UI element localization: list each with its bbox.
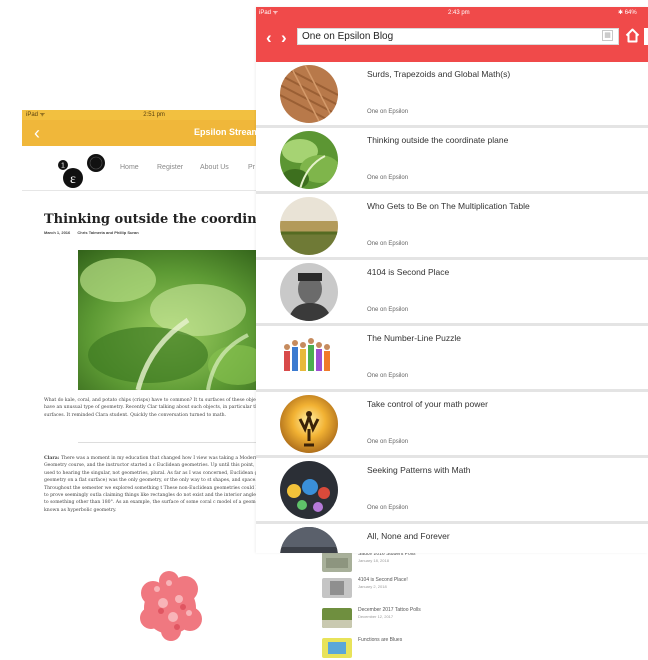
post-thumbnail: [280, 263, 338, 321]
header-bar: ‹ Epsilon Stream: [22, 120, 267, 146]
address-bar[interactable]: One on Epsilon Blog: [297, 28, 619, 45]
post-thumbnail: [280, 461, 338, 519]
post-thumbnail: [322, 638, 352, 658]
home-icon[interactable]: [625, 28, 640, 43]
svg-text:1: 1: [61, 163, 65, 170]
article-body-text: There was a moment in my education that …: [44, 456, 267, 513]
post-source: One on Epsilon: [367, 307, 409, 313]
article-authors: Chris Talmeria and Phillip Suran: [77, 230, 139, 235]
status-battery: ✱ 64%: [618, 10, 637, 16]
coral-photo: [140, 571, 202, 641]
article-body: Clara: There was a moment in my educatio…: [44, 455, 267, 514]
post-title: Take control of your math power: [367, 399, 488, 409]
menu-more[interactable]: Pr: [248, 164, 255, 171]
forward-chevron-icon[interactable]: ›: [281, 28, 287, 48]
post-title: 4104 is Second Place!: [358, 577, 408, 583]
status-bar: iPad ᯤ 2:43 pm ✱ 64%: [256, 7, 648, 20]
menu-register[interactable]: Register: [157, 164, 183, 171]
tabs-icon[interactable]: ▦: [602, 30, 613, 41]
status-device: iPad ᯤ: [26, 112, 46, 118]
post-thumbnail: [280, 131, 338, 189]
post-thumbnail: [280, 527, 338, 553]
list-item[interactable]: Seeking Patterns with Math One on Epsilo…: [256, 458, 648, 524]
epsilon-logo-icon[interactable]: 1 ε: [56, 153, 111, 191]
post-title: December 2017 Tattoo Polls: [358, 607, 421, 613]
status-device: iPad ᯤ: [259, 10, 279, 16]
post-title: 4104 is Second Place: [367, 267, 450, 277]
list-item[interactable]: 4104 is Second Place One on Epsilon: [256, 260, 648, 326]
post-thumbnail: [280, 329, 338, 387]
kale-photo: [78, 250, 264, 390]
article-title: Thinking outside the coordinate pl: [44, 212, 267, 227]
post-source: One on Epsilon: [367, 241, 409, 247]
post-title: Seeking Patterns with Math: [367, 465, 471, 475]
post-source: One on Epsilon: [367, 439, 409, 445]
post-source: One on Epsilon: [367, 109, 409, 115]
list-item[interactable]: Thinking outside the coordinate plane On…: [256, 128, 648, 194]
list-item[interactable]: Surds, Trapezoids and Global Math(s) One…: [256, 62, 648, 128]
post-source: One on Epsilon: [367, 175, 409, 181]
list-item[interactable]: Take control of your math power One on E…: [256, 392, 648, 458]
more-icon[interactable]: [644, 28, 648, 45]
status-bar: iPad ᯤ 2:51 pm: [22, 110, 267, 120]
post-title: Thinking outside the coordinate plane: [367, 135, 509, 145]
post-title: All, None and Forever: [367, 531, 450, 541]
post-thumbnail: [280, 65, 338, 123]
article-date: March 1, 2016: [44, 230, 71, 235]
post-thumbnail: [280, 395, 338, 453]
post-title: Who Gets to Be on The Multiplication Tab…: [367, 201, 530, 211]
status-time: 2:43 pm: [448, 10, 470, 16]
post-source: One on Epsilon: [367, 373, 409, 379]
article-intro: What do kale, coral, and potato chips (c…: [44, 398, 265, 418]
post-thumbnail: [322, 608, 352, 628]
svg-text:ε: ε: [70, 172, 76, 187]
post-thumbnail: [280, 197, 338, 255]
post-thumbnail: [322, 552, 352, 572]
list-item[interactable]: 4104 is Second Place! January 2, 2018: [322, 576, 432, 600]
post-source: One on Epsilon: [367, 505, 409, 511]
header-title: Epsilon Stream: [194, 127, 260, 137]
browser-toolbar: ‹ › One on Epsilon Blog ▦: [256, 20, 648, 62]
post-date: December 12, 2017: [358, 614, 394, 619]
post-thumbnail: [322, 578, 352, 598]
article-meta: March 1, 2016 Chris Talmeria and Phillip…: [44, 230, 139, 235]
list-item[interactable]: December 2017 Tattoo Polls December 12, …: [322, 606, 432, 630]
list-item[interactable]: Sauce 2016 Student Polls January 18, 201…: [322, 550, 432, 574]
list-item[interactable]: Who Gets to Be on The Multiplication Tab…: [256, 194, 648, 260]
post-date: January 2, 2018: [358, 584, 387, 589]
divider: [78, 442, 267, 443]
post-title: The Number-Line Puzzle: [367, 333, 462, 343]
status-time: 2:51 pm: [143, 112, 165, 118]
list-item[interactable]: All, None and Forever: [256, 524, 648, 553]
menu-about-us[interactable]: About Us: [200, 164, 229, 171]
list-item[interactable]: Functions are Blues: [322, 636, 432, 660]
back-chevron-icon[interactable]: ‹: [266, 28, 272, 48]
list-item[interactable]: The Number-Line Puzzle One on Epsilon: [256, 326, 648, 392]
divider: [22, 190, 267, 191]
post-title: Surds, Trapezoids and Global Math(s): [367, 69, 511, 79]
epsilon-stream-screen: iPad ᯤ 2:51 pm ‹ Epsilon Stream 1 ε Home…: [22, 110, 267, 550]
post-title: Functions are Blues: [358, 637, 403, 643]
related-posts-list: Sauce 2016 Student Polls January 18, 201…: [322, 550, 432, 658]
back-chevron-icon[interactable]: ‹: [34, 123, 40, 143]
menu-home[interactable]: Home: [120, 164, 139, 171]
post-date: January 18, 2018: [358, 558, 389, 563]
blog-browser-screen: iPad ᯤ 2:43 pm ✱ 64% ‹ › One on Epsilon …: [256, 7, 648, 553]
address-text: One on Epsilon Blog: [302, 31, 394, 42]
speaker-label: Clara:: [44, 456, 60, 461]
